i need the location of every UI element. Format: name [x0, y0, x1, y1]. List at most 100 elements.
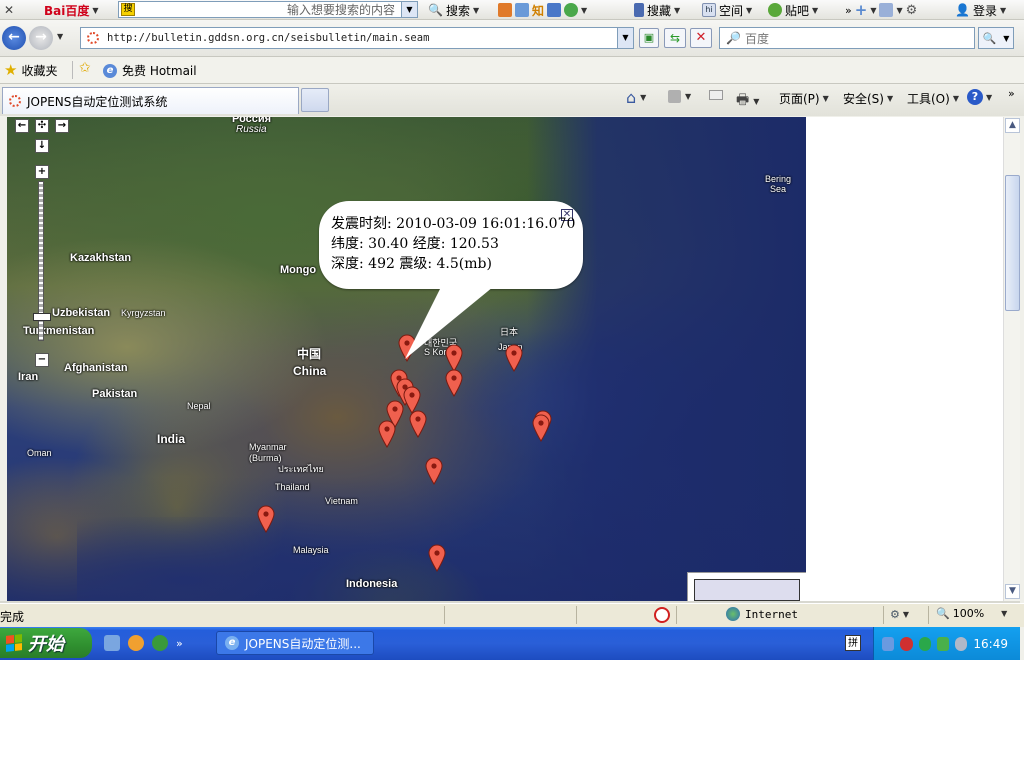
pan-center-button[interactable]: ✣ — [35, 119, 49, 133]
user-icon: 👤 — [955, 3, 970, 17]
google-map[interactable]: Россия Russia Kazakhstan Mongo Uzbekista… — [7, 117, 806, 601]
vertical-scrollbar[interactable]: ▲ ▼ — [1003, 117, 1020, 601]
earthquake-marker[interactable] — [378, 420, 396, 448]
home-button[interactable]: ⌂ ▼ — [626, 88, 646, 107]
map-label-myanmar: Myanmar (Burma) — [249, 442, 287, 463]
shield-icon[interactable] — [918, 636, 931, 651]
map-label-india: India — [157, 432, 186, 446]
chevron-down-icon[interactable]: ▼ — [401, 2, 417, 17]
earthquake-marker[interactable] — [257, 505, 275, 534]
history-dropdown[interactable]: ▼ — [57, 32, 63, 41]
desktop-icon[interactable] — [104, 635, 120, 651]
tools-menu[interactable]: 工具(O) ▼ — [907, 90, 959, 107]
earthquake-marker[interactable] — [409, 410, 427, 438]
zone-label: Internet — [745, 607, 798, 621]
chevron-down-icon: ▼ — [472, 5, 480, 15]
tab-title: JOPENS自动定位测试系统 — [27, 94, 168, 109]
ime-indicator[interactable]: 拼 — [845, 635, 861, 651]
chevron-down-icon: ▼ — [896, 5, 903, 15]
zoom-out-button[interactable]: − — [35, 353, 49, 367]
qq-icon[interactable] — [128, 635, 144, 651]
add-favorite-button[interactable]: ✩ — [79, 60, 91, 76]
plus-icon: + — [854, 1, 868, 19]
double-chevron-icon[interactable]: » — [176, 637, 183, 650]
tieba-button[interactable]: 贴吧 ▼ — [768, 0, 818, 20]
page-menu[interactable]: 页面(P) ▼ — [779, 90, 829, 107]
earthquake-marker[interactable] — [425, 457, 443, 485]
double-chevron-icon: » — [845, 3, 852, 17]
back-button[interactable]: ← — [2, 26, 26, 50]
feeds-button[interactable]: ▼ — [668, 90, 691, 103]
protected-mode-button[interactable]: ⚙ ▼ — [890, 608, 909, 621]
stop-button[interactable]: ✕ — [690, 28, 712, 48]
compat-view-button[interactable]: ▣ — [639, 28, 659, 48]
volume-icon[interactable] — [955, 636, 968, 651]
baidu-tools-group[interactable]: 知 ▼ — [498, 0, 587, 20]
taskbar-ie-window[interactable]: e JOPENS自动定位测... — [216, 631, 374, 655]
zoom-level-button[interactable]: 🔍 100% ▼ — [936, 607, 1007, 620]
web-search-input[interactable]: 🔎 百度 — [719, 27, 975, 49]
collect-button[interactable]: 搜藏 ▼ — [634, 0, 680, 20]
help-button[interactable]: ? ▼ — [967, 89, 992, 105]
globe-icon — [726, 607, 740, 621]
baidu-search-input[interactable]: 搜 输入想要搜索的内容 ▼ — [118, 1, 418, 18]
favorites-button[interactable]: ★ 收藏夹 — [4, 61, 57, 79]
status-text: 完成 — [0, 610, 25, 624]
ie-icon: e — [225, 636, 239, 650]
security-icon[interactable] — [936, 636, 950, 651]
overview-minimap[interactable] — [687, 572, 806, 601]
pan-right-button[interactable]: → — [55, 119, 69, 133]
start-button[interactable]: 开始 — [0, 628, 92, 658]
scroll-up-button[interactable]: ▲ — [1005, 118, 1020, 133]
scroll-down-button[interactable]: ▼ — [1005, 584, 1020, 599]
popup-blocker-icon[interactable] — [654, 607, 670, 623]
page-icon — [87, 32, 99, 44]
new-tab-button[interactable] — [301, 88, 329, 112]
browser-icon[interactable] — [152, 635, 168, 651]
chevron-down-icon: ▼ — [822, 94, 829, 103]
scroll-thumb[interactable] — [1005, 175, 1020, 311]
earthquake-marker[interactable] — [428, 544, 446, 572]
separator — [72, 61, 73, 79]
task-title: JOPENS自动定位测... — [245, 636, 361, 651]
earthquake-marker[interactable] — [532, 414, 550, 443]
mail-button[interactable] — [709, 90, 723, 100]
url-input[interactable]: http://bulletin.gddsn.org.cn/seisbulleti… — [80, 27, 634, 49]
chevron-down-icon[interactable]: ▼ — [617, 28, 633, 48]
magnifier-icon: 🔍 — [982, 31, 997, 45]
login-button[interactable]: 👤 登录 ▼ — [955, 0, 1006, 20]
double-chevron-icon: » — [1008, 87, 1015, 100]
refresh-button[interactable]: ⇆ — [664, 28, 686, 48]
popup-coordinates: 纬度: 30.40 经度: 120.53 — [331, 236, 499, 252]
hotmail-link[interactable]: e 免费 Hotmail — [103, 62, 197, 79]
map-label-russia: Russia — [236, 124, 267, 135]
earthquake-marker[interactable] — [505, 344, 523, 372]
page-blank-area — [806, 117, 1003, 601]
network-icon[interactable] — [882, 636, 895, 651]
earthquake-marker[interactable] — [445, 369, 463, 397]
zoom-slider-thumb[interactable] — [33, 313, 51, 321]
zoom-label: 100% — [952, 607, 985, 620]
security-zone[interactable]: Internet — [726, 607, 798, 621]
print-button[interactable]: 🖶 ▼ — [736, 89, 759, 113]
more-commands-button[interactable]: » — [1008, 87, 1015, 100]
baidu-search-button[interactable]: 🔍 搜索 ▼ — [428, 0, 479, 20]
tab-active[interactable]: JOPENS自动定位测试系统 — [2, 87, 299, 114]
web-search-button[interactable]: 🔍 ▼ — [978, 27, 1014, 49]
page-icon — [9, 95, 21, 107]
antivirus-icon[interactable] — [900, 636, 913, 651]
space-button[interactable]: hi 空间 ▼ — [702, 0, 752, 20]
pan-down-button[interactable]: ↓ — [35, 139, 49, 153]
pan-left-button[interactable]: ← — [15, 119, 29, 133]
refresh-icon: ⇆ — [669, 31, 681, 45]
chevron-down-icon: ▼ — [986, 92, 993, 102]
zoom-in-button[interactable]: + — [35, 165, 49, 179]
baidu-logo[interactable]: Bai百度 ▼ — [44, 0, 99, 20]
map-controls: ← ✣ → ↓ + − — [14, 119, 78, 379]
arrow-left-icon: ← — [8, 29, 20, 45]
more-tools-button[interactable]: » + ▼ ▼ ⚙ — [845, 0, 917, 20]
safety-menu[interactable]: 安全(S) ▼ — [843, 90, 893, 107]
forward-button[interactable]: → — [29, 26, 53, 50]
close-toolbar-button[interactable]: ✕ — [0, 0, 14, 20]
chevron-up-icon: ▲ — [1009, 120, 1016, 130]
